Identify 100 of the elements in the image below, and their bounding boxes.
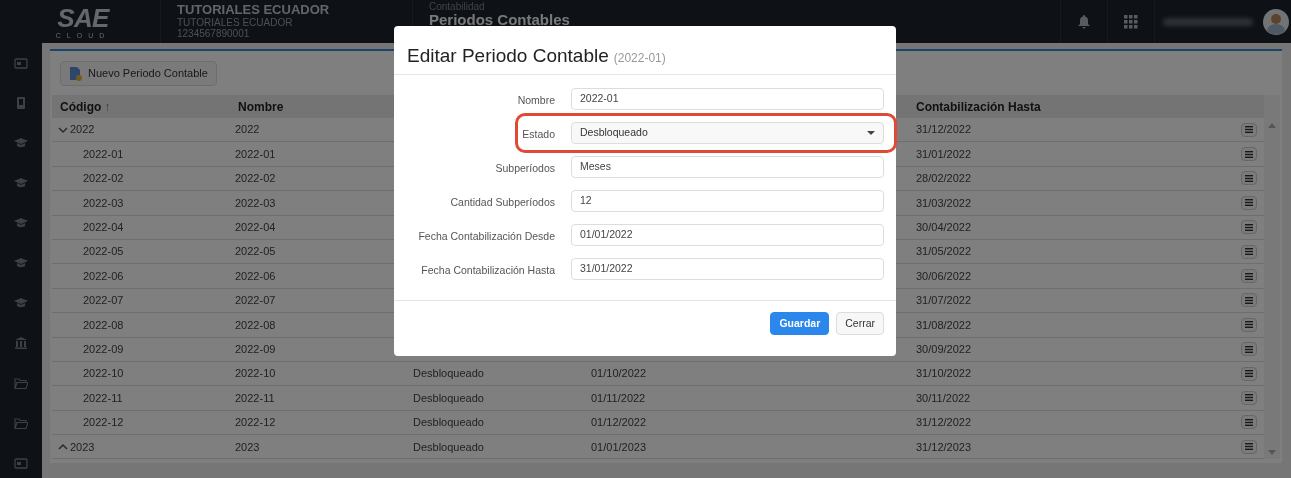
code-cell-text: 2022-09 bbox=[83, 341, 124, 357]
row-menu-button[interactable] bbox=[1241, 269, 1257, 284]
column-header[interactable]: Código bbox=[60, 97, 102, 116]
menu-icon bbox=[1245, 370, 1253, 378]
dialog-title: Editar Periodo Contable bbox=[407, 44, 609, 68]
code-cell-text: 2022-04 bbox=[83, 220, 124, 235]
row-menu-button[interactable] bbox=[1241, 415, 1257, 430]
apps-grid-icon[interactable] bbox=[1124, 14, 1138, 29]
column-header[interactable]: Nombre bbox=[238, 97, 284, 116]
menu-icon bbox=[1245, 126, 1253, 134]
date-to-cell: 31/03/2022 bbox=[916, 196, 972, 209]
field-label: Subperíodos bbox=[494, 161, 555, 177]
company-name: TUTORIALES ECUADOR bbox=[177, 2, 331, 17]
code-cell-text: 2022-12 bbox=[83, 415, 124, 431]
name-cell: 2022-05 bbox=[235, 245, 276, 258]
status-dropdown[interactable]: Desbloqueado bbox=[571, 122, 884, 144]
row-menu-button[interactable] bbox=[1241, 293, 1257, 308]
date-to-cell: 31/08/2022 bbox=[916, 318, 972, 331]
row-menu-button[interactable] bbox=[1241, 391, 1257, 405]
menu-icon bbox=[1245, 418, 1253, 426]
menu-icon bbox=[1245, 272, 1253, 280]
collapse-chevron-icon[interactable] bbox=[58, 125, 68, 134]
new-document-icon bbox=[69, 66, 82, 81]
row-menu-button[interactable] bbox=[1241, 317, 1257, 332]
date-from-cell: 01/11/2022 bbox=[591, 391, 646, 404]
code-cell-text: 2022-08 bbox=[83, 317, 124, 333]
status-cell: Desbloqueado bbox=[413, 440, 484, 453]
name-cell: 2023 bbox=[235, 440, 260, 453]
field-label: Estado bbox=[521, 127, 555, 143]
row-menu-button[interactable] bbox=[1241, 171, 1257, 186]
row-menu-button[interactable] bbox=[1241, 195, 1257, 210]
row-menu-button[interactable] bbox=[1241, 122, 1257, 137]
status-cell: Desbloqueado bbox=[413, 391, 484, 404]
date-from-cell: 01/12/2022 bbox=[591, 416, 647, 429]
name-cell: 2022-11 bbox=[235, 391, 275, 404]
date-to-cell: 31/05/2022 bbox=[916, 245, 972, 258]
new-period-button[interactable]: Nuevo Periodo Contable bbox=[60, 61, 217, 86]
page-title: Periodos Contables bbox=[429, 12, 571, 28]
name-cell: 2022-01 bbox=[235, 147, 276, 160]
row-menu-button[interactable] bbox=[1241, 220, 1257, 235]
date-to-cell: 30/11/2022 bbox=[916, 391, 971, 404]
row-menu-button[interactable] bbox=[1241, 147, 1257, 162]
column-header[interactable]: Contabilización Hasta bbox=[916, 97, 1041, 116]
name-cell: 2022-10 bbox=[235, 367, 276, 380]
field-label: Cantidad Subperíodos bbox=[449, 195, 555, 211]
menu-icon bbox=[1245, 174, 1253, 182]
name-cell: 2022-02 bbox=[235, 172, 276, 185]
dialog-subtitle: (2022-01) bbox=[613, 50, 666, 67]
menu-icon bbox=[1245, 321, 1253, 329]
menu-icon bbox=[1245, 296, 1253, 304]
name-cell: 2022 bbox=[235, 123, 260, 136]
menu-icon bbox=[1245, 199, 1253, 207]
save-button[interactable]: Guardar bbox=[770, 312, 830, 335]
code-cell-text: 2022 bbox=[70, 122, 95, 138]
expand-chevron-icon[interactable] bbox=[58, 442, 68, 451]
status-cell: Desbloqueado bbox=[413, 367, 484, 380]
name-cell: 2022-08 bbox=[235, 318, 276, 331]
code-cell-text: 2022-11 bbox=[83, 390, 123, 406]
code-cell-text: 2022-01 bbox=[83, 146, 124, 162]
code-cell-text: 2022-10 bbox=[83, 366, 124, 382]
menu-icon bbox=[1245, 150, 1253, 158]
code-cell-text: 2022-06 bbox=[83, 268, 124, 284]
date-to-cell: 31/01/2022 bbox=[916, 147, 972, 160]
menu-icon bbox=[1245, 345, 1253, 353]
user-avatar-icon[interactable] bbox=[1263, 8, 1289, 35]
row-menu-button[interactable] bbox=[1241, 366, 1257, 381]
menu-icon bbox=[1245, 223, 1253, 231]
row-menu-button[interactable] bbox=[1241, 244, 1257, 259]
close-button[interactable]: Cerrar bbox=[836, 312, 884, 335]
code-cell-text: 2022-05 bbox=[83, 244, 124, 260]
field-label: Fecha Contabilización Hasta bbox=[420, 263, 555, 279]
code-cell-text: 2022-07 bbox=[83, 293, 124, 309]
name-cell: 2022-07 bbox=[235, 294, 276, 307]
input-field[interactable]: 2022-01 bbox=[571, 88, 884, 110]
input-field[interactable]: 01/01/2022 bbox=[571, 224, 884, 246]
name-cell: 2022-09 bbox=[235, 342, 276, 355]
date-to-cell: 31/12/2022 bbox=[916, 416, 972, 429]
date-to-cell: 30/09/2022 bbox=[916, 342, 972, 355]
input-field[interactable]: Meses bbox=[571, 156, 884, 178]
field-label: Nombre bbox=[516, 93, 555, 109]
code-cell-text: 2022-02 bbox=[83, 171, 124, 187]
date-to-cell: 31/12/2022 bbox=[916, 123, 972, 136]
input-field[interactable]: 31/01/2022 bbox=[571, 258, 884, 280]
field-label: Fecha Contabilización Desde bbox=[417, 229, 555, 245]
input-field[interactable]: 12 bbox=[571, 190, 884, 212]
date-to-cell: 31/12/2023 bbox=[916, 440, 972, 453]
date-to-cell: 30/06/2022 bbox=[916, 269, 972, 282]
name-cell: 2022-06 bbox=[235, 269, 276, 282]
name-cell: 2022-03 bbox=[235, 196, 276, 209]
menu-icon bbox=[1245, 248, 1253, 256]
company-subtitle: TUTORIALES ECUADOR bbox=[177, 17, 294, 28]
date-to-cell: 31/10/2022 bbox=[916, 367, 972, 380]
code-cell-text: 2023 bbox=[70, 439, 95, 455]
dropdown-caret-icon bbox=[867, 131, 875, 135]
date-from-cell: 01/01/2023 bbox=[591, 440, 647, 453]
row-menu-button[interactable] bbox=[1241, 439, 1257, 454]
notification-bell-icon[interactable] bbox=[1077, 14, 1091, 29]
name-cell: 2022-04 bbox=[235, 221, 276, 233]
status-cell: Desbloqueado bbox=[413, 416, 484, 429]
row-menu-button[interactable] bbox=[1241, 342, 1257, 357]
